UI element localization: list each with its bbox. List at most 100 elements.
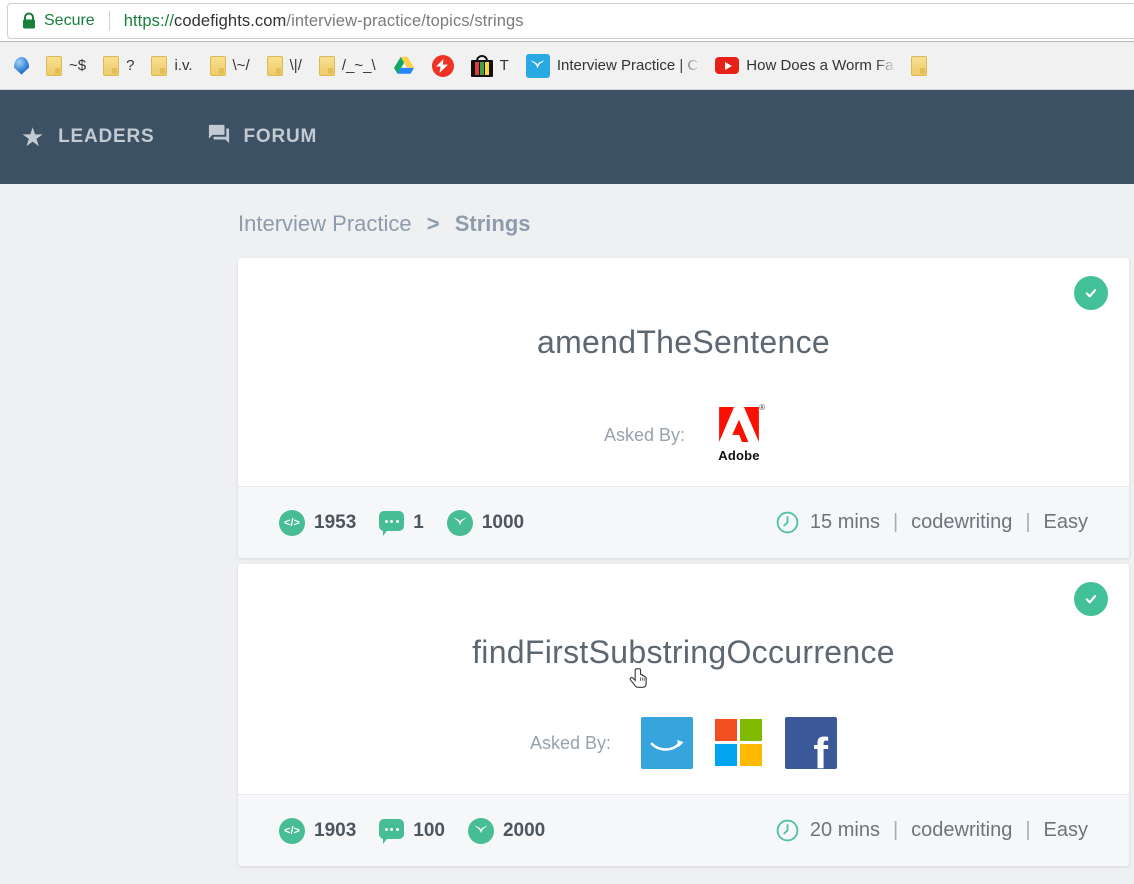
task-card-amendTheSentence[interactable]: amendTheSentence Asked By: ® Adobe </> 1… (238, 258, 1129, 558)
url-text[interactable]: https://codefights.com/interview-practic… (124, 12, 524, 31)
microsoft-logo (715, 719, 763, 767)
bookmark-item[interactable]: Interview Practice | C (525, 53, 701, 78)
stat-counts: </> 1953 1 1000 (279, 509, 525, 536)
nav-leaders-label: LEADERS (58, 126, 155, 147)
task-card-findFirstSubstringOccurrence[interactable]: findFirstSubstringOccurrence Asked By: f… (238, 564, 1129, 866)
codefights-icon (525, 53, 550, 78)
breadcrumb: Interview Practice > Strings (238, 211, 1134, 237)
codefights-coin-icon (446, 509, 473, 536)
facebook-letter: f (813, 729, 829, 769)
bookmark-item[interactable] (393, 56, 415, 76)
nav-forum[interactable]: FORUM (207, 123, 318, 151)
task-difficulty: Easy (1043, 511, 1088, 533)
nav-leaders[interactable]: ★ LEADERS (21, 124, 155, 150)
task-meta: 15 mins | codewriting | Easy (775, 510, 1088, 535)
shopping-bag-icon (470, 54, 493, 77)
solvers-count: 1903 (314, 819, 357, 841)
coins-count: 2000 (502, 819, 546, 841)
meta-separator: | (1025, 511, 1031, 533)
coins-stat: 1000 (446, 509, 525, 536)
folder-icon (151, 55, 168, 76)
facebook-logo: f (785, 717, 838, 769)
asked-by-row: Asked By: f (238, 717, 1129, 769)
task-mode: codewriting (911, 511, 1013, 533)
clock-icon (775, 818, 800, 843)
comments-count: 100 (413, 819, 445, 841)
solved-check-icon (1074, 582, 1108, 616)
url-domain: codefights.com (174, 11, 287, 30)
bookmark-item[interactable]: T (470, 54, 509, 77)
nav-forum-label: FORUM (243, 126, 318, 147)
breadcrumb-separator: > (426, 211, 440, 236)
bookmark-item[interactable]: ? (103, 55, 135, 76)
bookmark-item[interactable]: i.v. (151, 55, 193, 76)
coins-count: 1000 (481, 511, 525, 533)
bookmark-label: \|/ (289, 57, 302, 74)
time-estimate: 20 mins (809, 819, 880, 841)
asked-by-label: Asked By: (529, 732, 612, 753)
bookmark-item[interactable]: How Does a Worm Fa (715, 57, 896, 74)
top-navbar: ★ LEADERS FORUM (0, 90, 1134, 184)
gem-icon (14, 56, 29, 75)
comments-count: 1 (413, 511, 424, 533)
url-scheme: https:// (123, 11, 175, 30)
asked-by-row: Asked By: ® Adobe (238, 403, 1129, 463)
bookmark-label: Interview Practice | C (556, 57, 701, 74)
meta-separator: | (892, 819, 899, 841)
google-drive-icon (393, 56, 415, 76)
folder-icon (318, 55, 335, 76)
amazon-logo (641, 717, 694, 769)
solvers-count: 1953 (314, 511, 357, 533)
folder-icon (209, 55, 226, 76)
task-meta: 20 mins | codewriting | Easy (775, 818, 1088, 843)
bookmark-item[interactable] (910, 55, 927, 76)
bookmark-item[interactable] (14, 56, 29, 75)
bookmark-item[interactable]: \~/ (209, 55, 250, 76)
star-icon: ★ (21, 122, 46, 152)
url-path: /interview-practice/topics/strings (286, 11, 524, 30)
folder-icon (266, 55, 283, 76)
bookmark-label: /_~_\ (341, 57, 376, 74)
folder-icon (910, 55, 927, 76)
code-icon: </> (279, 509, 305, 536)
meta-separator: | (892, 511, 899, 533)
bookmark-label: T (499, 57, 509, 74)
comments-stat: 100 (379, 819, 445, 844)
forum-icon (207, 123, 231, 151)
folder-icon (46, 55, 62, 76)
bookmarks-bar: ~$ ? i.v. \~/ \|/ /_~_\ T Interview Prac… (0, 42, 1134, 90)
asked-by-label: Asked By: (603, 424, 686, 445)
folder-icon (103, 55, 120, 76)
adobe-wordmark: Adobe (718, 448, 760, 463)
breadcrumb-parent[interactable]: Interview Practice (238, 211, 412, 236)
coins-stat: 2000 (467, 817, 546, 844)
task-stats-bar: </> 1903 100 2000 20 mins | codewriting … (238, 794, 1129, 866)
adobe-logo: ® Adobe (715, 403, 765, 463)
time-estimate: 15 mins (809, 511, 880, 533)
address-bar[interactable]: Secure https://codefights.com/interview-… (7, 3, 1134, 39)
bookmark-item[interactable]: ~$ (46, 55, 87, 76)
bookmark-label: i.v. (174, 57, 193, 74)
comments-icon (379, 511, 405, 536)
stat-counts: </> 1903 100 2000 (279, 817, 546, 844)
bookmark-item[interactable]: /_~_\ (318, 55, 376, 76)
browser-chrome: Secure https://codefights.com/interview-… (0, 0, 1134, 42)
code-icon: </> (279, 817, 305, 844)
bookmark-item[interactable] (431, 54, 454, 77)
comments-stat: 1 (379, 511, 424, 536)
task-title[interactable]: amendTheSentence (238, 258, 1129, 361)
comments-icon (379, 819, 405, 844)
youtube-icon (715, 57, 740, 74)
buzzfeed-icon (431, 54, 454, 77)
bookmark-label: \~/ (232, 57, 250, 74)
task-title[interactable]: findFirstSubstringOccurrence (238, 564, 1129, 671)
solvers-stat: </> 1953 (279, 509, 357, 536)
bookmark-label: ~$ (69, 57, 87, 74)
breadcrumb-current: Strings (454, 211, 531, 236)
lock-icon[interactable] (22, 12, 36, 30)
task-difficulty: Easy (1043, 819, 1088, 841)
bookmark-label: ? (126, 57, 135, 74)
bookmark-item[interactable]: \|/ (266, 55, 302, 76)
security-label[interactable]: Secure (44, 12, 95, 30)
codefights-coin-icon (467, 817, 494, 844)
